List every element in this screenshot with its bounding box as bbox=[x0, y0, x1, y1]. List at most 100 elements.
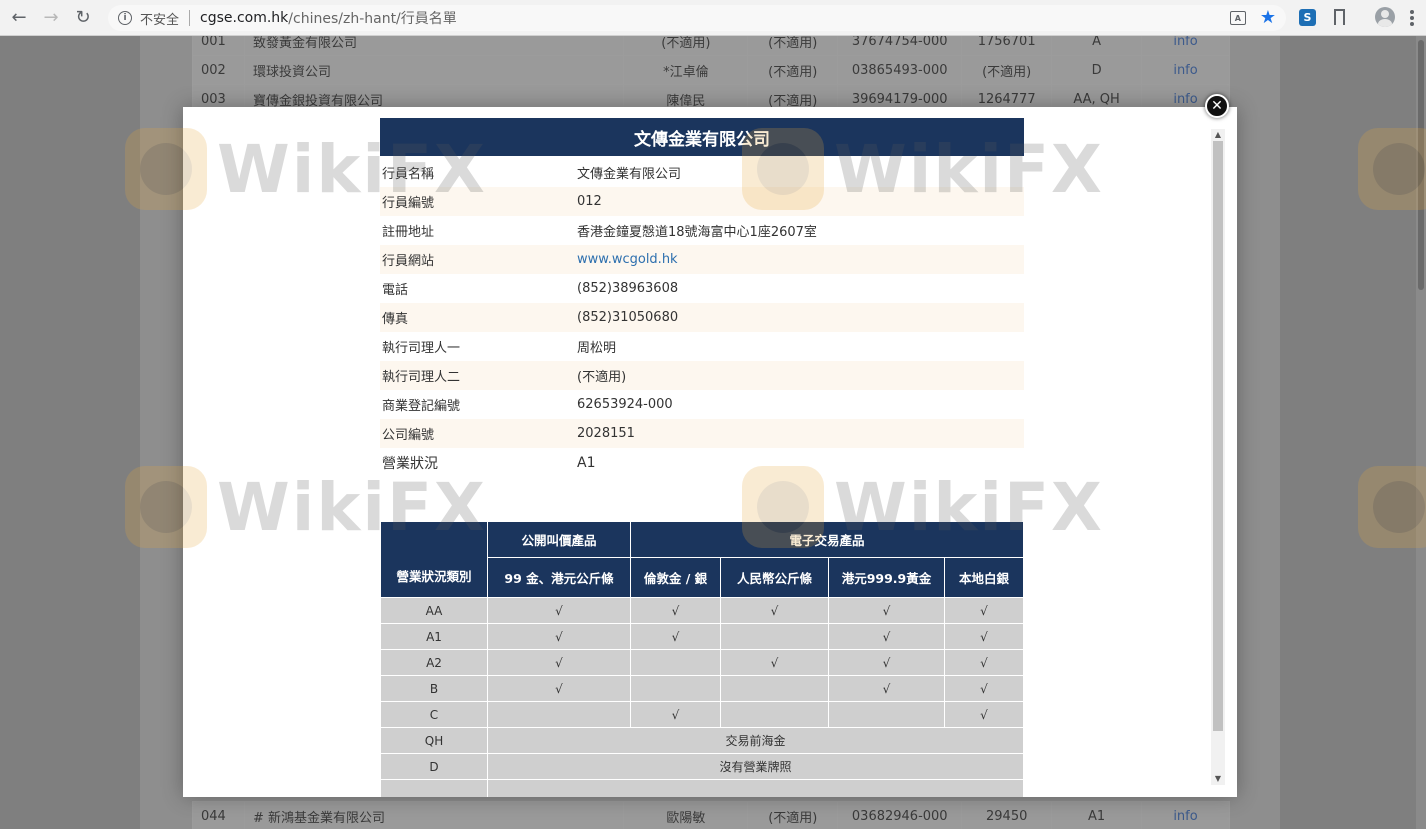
website-link[interactable]: www.wcgold.hk bbox=[575, 245, 1024, 274]
member-cell-cat: D bbox=[1051, 55, 1143, 85]
category-check-cell: √ bbox=[487, 675, 631, 702]
omnibox-actions: A ★ bbox=[1229, 5, 1286, 31]
page-scrollbar-thumb[interactable] bbox=[1418, 40, 1424, 290]
translate-icon[interactable]: A bbox=[1229, 11, 1246, 25]
member-row: 002 環球投資公司 *江卓倫 (不適用) 03865493-000 (不適用) Dinfo bbox=[192, 55, 1230, 85]
member-cell-person: 歐陽敏 bbox=[623, 801, 749, 829]
business-category-table: 營業狀況類別 公開叫價產品 電子交易產品 99 金、港元公斤條 倫敦金 / 銀 … bbox=[380, 521, 1024, 797]
info-value: 香港金鐘夏慤道18號海富中心1座2607室 bbox=[577, 225, 817, 240]
member-list-table-top: 001 致發黃金有限公司 (不適用) (不適用) 37674754-000 1756701… bbox=[192, 26, 1230, 114]
header-99-gold: 99 金、港元公斤條 bbox=[487, 557, 631, 598]
category-check-cell bbox=[720, 623, 829, 650]
member-cell-link[interactable]: info bbox=[1141, 801, 1230, 829]
info-row: 行員網站 www.wcgold.hk bbox=[380, 245, 1024, 274]
modal-scrollbar-thumb[interactable] bbox=[1213, 141, 1223, 731]
member-cell-person: *江卓倫 bbox=[623, 55, 749, 85]
category-check-cell: √ bbox=[487, 597, 631, 624]
not-secure-label[interactable]: 不安全 bbox=[140, 9, 179, 28]
member-cell-link[interactable]: info bbox=[1141, 55, 1230, 85]
reading-list-icon[interactable] bbox=[1334, 9, 1345, 29]
browser-menu-icon[interactable] bbox=[1410, 10, 1414, 26]
category-code: C bbox=[380, 701, 488, 728]
url-host[interactable]: cgse.com.hk bbox=[200, 10, 288, 26]
category-check-cell bbox=[828, 701, 945, 728]
category-check-cell: √ bbox=[944, 701, 1024, 728]
member-cell-cat: A1 bbox=[1051, 801, 1143, 829]
category-row: A1 √ √ √ √ bbox=[380, 623, 1024, 650]
info-value: (852)31050680 bbox=[575, 303, 1024, 332]
category-row: B √ √ √ bbox=[380, 675, 1024, 702]
category-check-cell: √ bbox=[720, 597, 829, 624]
scroll-up-arrow-icon[interactable]: ▲ bbox=[1211, 129, 1225, 141]
browser-toolbar: ← → ↻ i 不安全 cgse.com.hk /chines/zh-hant/… bbox=[0, 0, 1426, 36]
info-icon[interactable]: i bbox=[118, 11, 132, 25]
bookmark-star-icon[interactable]: ★ bbox=[1260, 9, 1276, 27]
info-row: 行員編號 012 bbox=[380, 187, 1024, 216]
member-cell-reg: 03865493-000 bbox=[837, 55, 963, 85]
member-cell-na: (不適用) bbox=[747, 801, 839, 829]
member-cell-co: (不適用) bbox=[961, 55, 1053, 85]
category-check-cell: √ bbox=[828, 597, 945, 624]
forward-arrow-icon[interactable]: → bbox=[38, 5, 64, 31]
scroll-down-arrow-icon[interactable]: ▼ bbox=[1211, 773, 1225, 785]
info-label: 行員網站 bbox=[380, 245, 575, 274]
extension-icon[interactable]: S bbox=[1299, 9, 1316, 26]
member-cell-co: 29450 bbox=[961, 801, 1053, 829]
member-cell-na: (不適用) bbox=[747, 55, 839, 85]
modal-scrollbar[interactable]: ▲ ▼ bbox=[1211, 129, 1225, 785]
category-row: QH 交易前海金 bbox=[380, 727, 1024, 754]
category-check-cell: √ bbox=[630, 701, 721, 728]
info-label: 營業狀況 bbox=[382, 456, 438, 472]
member-cell-name: # 新鴻基金業有限公司 bbox=[243, 801, 625, 829]
address-separator bbox=[189, 10, 191, 26]
category-row-partial bbox=[380, 779, 1024, 797]
page-scrollbar[interactable] bbox=[1416, 36, 1426, 829]
info-row: 執行司理人二 (不適用) bbox=[380, 361, 1024, 390]
member-row: 044 # 新鴻基金業有限公司 歐陽敏 (不適用) 03682946-000 29450 A… bbox=[192, 801, 1230, 829]
info-row: 註冊地址 香港金鐘夏慤道18號海富中心1座2607室 bbox=[380, 216, 1024, 245]
category-description: 交易前海金 bbox=[487, 727, 1024, 754]
category-check-cell bbox=[487, 701, 631, 728]
category-check-cell: √ bbox=[828, 649, 945, 676]
category-check-cell bbox=[630, 675, 721, 702]
category-code: A1 bbox=[380, 623, 488, 650]
category-check-cell: √ bbox=[828, 675, 945, 702]
modal-content: 文傳金業有限公司 行員名稱 文傳金業有限公司 行員編號 012 註冊地址 香港金鐘夏慤道1… bbox=[380, 118, 1024, 797]
info-label: 電話 bbox=[382, 283, 409, 298]
url-path[interactable]: /chines/zh-hant/行員名單 bbox=[288, 8, 456, 28]
category-check-cell: √ bbox=[828, 623, 945, 650]
info-row: 行員名稱 文傳金業有限公司 bbox=[380, 158, 1024, 187]
profile-avatar[interactable] bbox=[1375, 7, 1395, 27]
category-description bbox=[487, 779, 1024, 797]
address-bar[interactable]: i 不安全 cgse.com.hk /chines/zh-hant/行員名單 A… bbox=[108, 5, 1286, 31]
header-public-products: 公開叫價產品 bbox=[487, 521, 631, 558]
info-label: 行員編號 bbox=[380, 187, 575, 216]
reload-icon[interactable]: ↻ bbox=[70, 5, 96, 31]
header-electronic-products: 電子交易產品 bbox=[630, 521, 1024, 558]
category-code: A2 bbox=[380, 649, 488, 676]
member-cell-reg: 03682946-000 bbox=[837, 801, 963, 829]
member-cell-no: 002 bbox=[192, 55, 245, 85]
info-row: 傳真 (852)31050680 bbox=[380, 303, 1024, 332]
category-check-cell bbox=[720, 675, 829, 702]
category-description: 沒有營業牌照 bbox=[487, 753, 1024, 780]
category-code: QH bbox=[380, 727, 488, 754]
member-info-table: 行員名稱 文傳金業有限公司 行員編號 012 註冊地址 香港金鐘夏慤道18號海富中心1座2… bbox=[380, 158, 1024, 478]
close-icon[interactable]: ✕ bbox=[1205, 94, 1229, 118]
member-detail-modal: 文傳金業有限公司 行員名稱 文傳金業有限公司 行員編號 012 註冊地址 香港金鐘夏慤道1… bbox=[183, 107, 1237, 797]
category-row: AA √ √ √ √ √ bbox=[380, 597, 1024, 624]
header-category: 營業狀況類別 bbox=[380, 521, 488, 598]
header-hkd-9999-gold: 港元999.9黃金 bbox=[828, 557, 945, 598]
category-check-cell: √ bbox=[487, 623, 631, 650]
category-row: C √ √ bbox=[380, 701, 1024, 728]
back-arrow-icon[interactable]: ← bbox=[6, 5, 32, 31]
category-check-cell: √ bbox=[944, 675, 1024, 702]
info-row: 商業登記編號 62653924-000 bbox=[380, 390, 1024, 419]
info-label: 行員名稱 bbox=[382, 167, 435, 182]
category-check-cell: √ bbox=[944, 597, 1024, 624]
info-label: 執行司理人一 bbox=[382, 341, 461, 356]
info-value: 62653924-000 bbox=[577, 397, 673, 412]
category-check-cell bbox=[720, 701, 829, 728]
category-code: B bbox=[380, 675, 488, 702]
header-rmb-kilo-bar: 人民幣公斤條 bbox=[720, 557, 829, 598]
